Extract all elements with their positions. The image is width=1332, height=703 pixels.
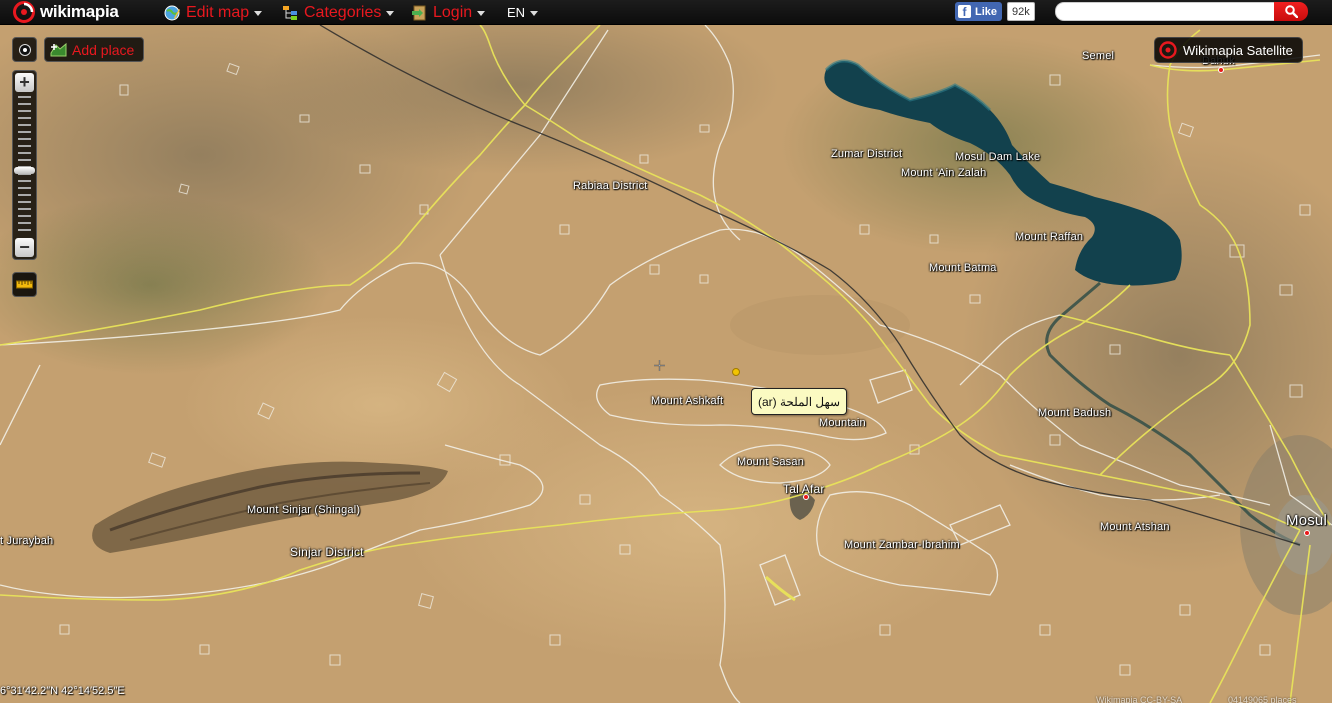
crosshair-cursor-icon	[654, 360, 665, 371]
language-label: EN	[507, 5, 526, 20]
zoom-slider-handle[interactable]	[14, 167, 35, 174]
coordinates-readout: 6°31′42.2″N 42°14′52.5″E	[0, 685, 125, 697]
map-terrain	[0, 25, 1332, 703]
facebook-like-button[interactable]: f Like	[955, 2, 1003, 21]
label-mount-zambar-ibrahim[interactable]: Mount Zambar-Ibrahim	[844, 539, 960, 551]
plus-icon: +	[19, 72, 30, 92]
facebook-like-count: 92k	[1007, 2, 1035, 21]
label-mount-badush[interactable]: Mount Badush	[1038, 407, 1111, 419]
label-semel[interactable]: Semel	[1082, 50, 1114, 62]
search-button[interactable]	[1274, 2, 1308, 21]
wikimapia-logo[interactable]: wikimapia	[12, 1, 119, 23]
label-mount-ashkaft[interactable]: Mount Ashkaft	[651, 395, 723, 407]
map-layer-label: Wikimapia Satellite	[1183, 42, 1293, 58]
place-tooltip: سهل الملحة (ar)	[751, 388, 848, 415]
zoom-control: + −	[12, 70, 37, 260]
label-mount-juraybah[interactable]: t Juraybah	[0, 535, 53, 547]
edit-map-label: Edit map	[186, 3, 250, 21]
label-mount-raffan[interactable]: Mount Raffan	[1015, 231, 1083, 243]
wikimapia-layer-icon	[1159, 41, 1177, 59]
map-layer-button[interactable]: Wikimapia Satellite	[1154, 37, 1303, 63]
ruler-button[interactable]	[12, 272, 37, 297]
facebook-like-widget: f Like 92k	[955, 2, 1035, 21]
edit-map-menu[interactable]: Edit map	[164, 3, 263, 22]
login-door-icon	[412, 5, 426, 20]
label-mount-batma[interactable]: Mount Batma	[929, 262, 997, 274]
locate-button[interactable]	[12, 37, 37, 62]
label-mount-sasan[interactable]: Mount Sasan	[737, 456, 804, 468]
add-place-label: Add place	[72, 41, 135, 58]
minus-icon: −	[19, 237, 30, 257]
login-label: Login	[433, 3, 473, 21]
categories-menu[interactable]: Categories	[282, 3, 395, 22]
chevron-down-icon	[386, 11, 395, 16]
zoom-slider-track[interactable]	[18, 96, 31, 236]
top-navigation-bar: wikimapia Edit map Categories Login EN f…	[0, 0, 1332, 25]
satellite-map[interactable]: Semel Dahuk Zumar District Mosul Dam Lak…	[0, 25, 1332, 703]
chevron-down-icon	[530, 11, 539, 16]
add-place-button[interactable]: Add place	[44, 37, 145, 62]
zoom-out-button[interactable]: −	[15, 238, 34, 257]
facebook-icon: f	[958, 5, 971, 18]
language-menu[interactable]: EN	[507, 3, 539, 22]
globe-edit-icon	[164, 5, 180, 20]
add-place-icon	[50, 42, 67, 57]
label-mountain[interactable]: Mountain	[819, 417, 866, 429]
categories-tree-icon	[283, 5, 297, 20]
label-mount-ain-zalah[interactable]: Mount 'Ain Zalah	[901, 167, 986, 179]
login-menu[interactable]: Login	[411, 3, 486, 22]
categories-label: Categories	[304, 3, 382, 21]
dahuk-city-pin[interactable]	[1218, 67, 1224, 73]
brand-name: wikimapia	[40, 2, 119, 21]
search-input[interactable]	[1055, 2, 1274, 21]
ruler-icon	[16, 280, 33, 289]
mosul-city-pin[interactable]	[1304, 530, 1310, 536]
label-zumar-district[interactable]: Zumar District	[831, 148, 902, 160]
chevron-down-icon	[254, 11, 263, 16]
label-tal-afar[interactable]: Tal Afar	[783, 482, 825, 496]
label-mount-atshan[interactable]: Mount Atshan	[1100, 521, 1170, 533]
label-mount-sinjar[interactable]: Mount Sinjar (Shingal)	[247, 504, 360, 516]
label-mosul-dam-lake[interactable]: Mosul Dam Lake	[955, 151, 1040, 163]
label-mosul[interactable]: Mosul	[1286, 512, 1327, 529]
label-sinjar-district[interactable]: Sinjar District	[290, 545, 364, 559]
locate-icon	[19, 44, 30, 55]
search-icon	[1284, 5, 1298, 18]
facebook-like-label: Like	[975, 5, 998, 18]
chevron-down-icon	[477, 11, 486, 16]
label-rabiaa-district[interactable]: Rabiaa District	[573, 180, 648, 192]
wikimapia-logo-icon	[13, 1, 35, 23]
places-count-text: 04149065 places	[1228, 695, 1297, 703]
zoom-in-button[interactable]: +	[15, 73, 34, 92]
attribution-text[interactable]: Wikimapia CC-BY-SA	[1096, 695, 1182, 703]
